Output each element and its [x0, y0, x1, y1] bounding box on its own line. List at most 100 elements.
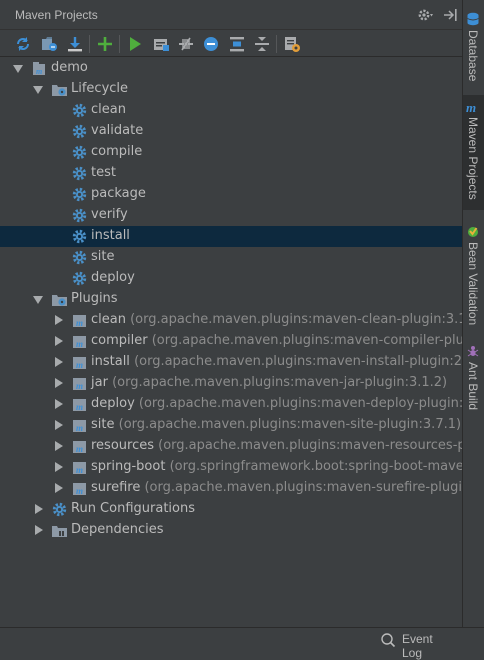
plugin-name: resources	[91, 438, 155, 453]
svg-text:m: m	[76, 318, 83, 328]
bean-validation-tool-button[interactable]: Bean Validation	[463, 220, 484, 330]
plugin-resources[interactable]: m resources (org.apache.maven.plugins:ma…	[0, 436, 462, 457]
plugin-jar[interactable]: m jar (org.apache.maven.plugins:maven-ja…	[0, 373, 462, 394]
settings-gear-icon[interactable]	[416, 6, 436, 24]
plugin-icon: m	[71, 417, 88, 434]
execute-goal-icon[interactable]	[151, 34, 171, 54]
lifecycle-goal-test[interactable]: test	[0, 163, 462, 184]
reimport-icon[interactable]	[13, 34, 33, 54]
database-icon	[467, 12, 479, 26]
toolbar-separator	[119, 35, 120, 53]
tree-node-run-configurations[interactable]: Run Configurations	[0, 499, 462, 520]
expand-arrow-icon[interactable]	[33, 86, 43, 94]
expand-arrow-icon[interactable]	[55, 336, 63, 346]
lifecycle-goal-clean[interactable]: clean	[0, 100, 462, 121]
plugins-folder-icon	[51, 291, 68, 308]
lifecycle-goal-deploy[interactable]: deploy	[0, 268, 462, 289]
expand-arrow-icon[interactable]	[35, 525, 43, 535]
gear-icon	[71, 186, 88, 203]
expand-arrow-icon[interactable]	[55, 315, 63, 325]
expand-arrow-icon[interactable]	[55, 378, 63, 388]
expand-arrow-icon[interactable]	[55, 462, 63, 472]
expand-arrow-icon[interactable]	[55, 420, 63, 430]
expand-arrow-icon[interactable]	[55, 441, 63, 451]
plugin-deploy[interactable]: m deploy (org.apache.maven.plugins:maven…	[0, 394, 462, 415]
plugin-icon: m	[71, 333, 88, 350]
svg-text:m: m	[76, 486, 83, 496]
lifecycle-goal-verify[interactable]: verify	[0, 205, 462, 226]
plugin-name: deploy	[91, 396, 135, 411]
maven-icon: m	[466, 100, 476, 114]
gear-icon	[71, 207, 88, 224]
expand-arrow-icon[interactable]	[55, 399, 63, 409]
add-icon[interactable]	[95, 34, 115, 54]
plugin-name: compiler	[91, 333, 148, 348]
skip-tests-icon[interactable]	[201, 34, 221, 54]
plugin-icon: m	[71, 312, 88, 329]
lifecycle-goal-package[interactable]: package	[0, 184, 462, 205]
tree-node-project[interactable]: m demo	[0, 58, 462, 79]
gear-icon	[51, 501, 68, 518]
hide-panel-icon[interactable]	[441, 6, 459, 24]
plugin-coordinates: (org.apache.maven.plugins:maven-compiler…	[151, 333, 462, 348]
maven-projects-tab-label: Maven Projects	[466, 117, 480, 200]
svg-text:m: m	[76, 360, 83, 370]
gear-icon	[71, 102, 88, 119]
plugin-name: install	[91, 354, 130, 369]
collapse-all-icon[interactable]	[252, 34, 272, 54]
event-log-icon	[381, 633, 396, 648]
show-dependencies-icon[interactable]	[227, 34, 247, 54]
database-tool-button[interactable]: Database	[463, 8, 484, 88]
expand-arrow-icon[interactable]	[55, 357, 63, 367]
plugin-site[interactable]: m site (org.apache.maven.plugins:maven-s…	[0, 415, 462, 436]
plugin-surefire[interactable]: m surefire (org.apache.maven.plugins:mav…	[0, 478, 462, 499]
maven-settings-icon[interactable]	[282, 34, 302, 54]
lifecycle-goal-install[interactable]: install	[0, 226, 462, 247]
plugin-install[interactable]: m install (org.apache.maven.plugins:mave…	[0, 352, 462, 373]
svg-text:m: m	[76, 381, 83, 391]
plugin-compiler[interactable]: m compiler (org.apache.maven.plugins:mav…	[0, 331, 462, 352]
lifecycle-goal-validate[interactable]: validate	[0, 121, 462, 142]
goal-label: clean	[91, 102, 126, 117]
maven-projects-tree: m demo Lifecycle clean validate compile …	[0, 57, 462, 625]
expand-arrow-icon[interactable]	[13, 65, 23, 73]
svg-text:m: m	[76, 423, 83, 433]
ant-build-tool-button[interactable]: Ant Build	[463, 340, 484, 420]
lifecycle-goal-site[interactable]: site	[0, 247, 462, 268]
expand-arrow-icon[interactable]	[35, 504, 43, 514]
plugin-name: surefire	[91, 480, 141, 495]
svg-text:m: m	[76, 444, 83, 454]
toggle-offline-icon[interactable]	[176, 34, 196, 54]
plugin-icon: m	[71, 480, 88, 497]
download-icon[interactable]	[65, 34, 85, 54]
tree-node-lifecycle[interactable]: Lifecycle	[0, 79, 462, 100]
generate-sources-icon[interactable]	[39, 34, 59, 54]
plugin-name: clean	[91, 312, 126, 327]
goal-label: package	[91, 186, 146, 201]
gear-icon	[71, 249, 88, 266]
maven-projects-tool-button[interactable]: m Maven Projects	[463, 95, 484, 210]
expand-arrow-icon[interactable]	[55, 483, 63, 493]
plugin-coordinates: (org.apache.maven.plugins:maven-clean-pl…	[130, 312, 462, 327]
plugin-coordinates: (org.apache.maven.plugins:maven-surefire…	[144, 480, 462, 495]
goal-label: deploy	[91, 270, 135, 285]
bean-validation-icon	[468, 227, 478, 237]
plugin-coordinates: (org.apache.maven.plugins:maven-resource…	[158, 438, 462, 453]
plugin-icon: m	[71, 396, 88, 413]
run-configurations-label: Run Configurations	[71, 501, 195, 516]
run-icon[interactable]	[125, 34, 145, 54]
svg-text:m: m	[76, 402, 83, 412]
plugin-clean[interactable]: m clean (org.apache.maven.plugins:maven-…	[0, 310, 462, 331]
tree-node-dependencies[interactable]: Dependencies	[0, 520, 462, 541]
plugin-icon: m	[71, 459, 88, 476]
tree-node-plugins[interactable]: Plugins	[0, 289, 462, 310]
goal-label: site	[91, 249, 115, 264]
maven-toolbar	[0, 30, 462, 57]
gear-icon	[71, 165, 88, 182]
expand-arrow-icon[interactable]	[33, 296, 43, 304]
plugin-name: site	[91, 417, 115, 432]
plugin-spring-boot[interactable]: m spring-boot (org.springframework.boot:…	[0, 457, 462, 478]
lifecycle-goal-compile[interactable]: compile	[0, 142, 462, 163]
svg-text:m: m	[76, 339, 83, 349]
plugins-label: Plugins	[71, 291, 118, 306]
